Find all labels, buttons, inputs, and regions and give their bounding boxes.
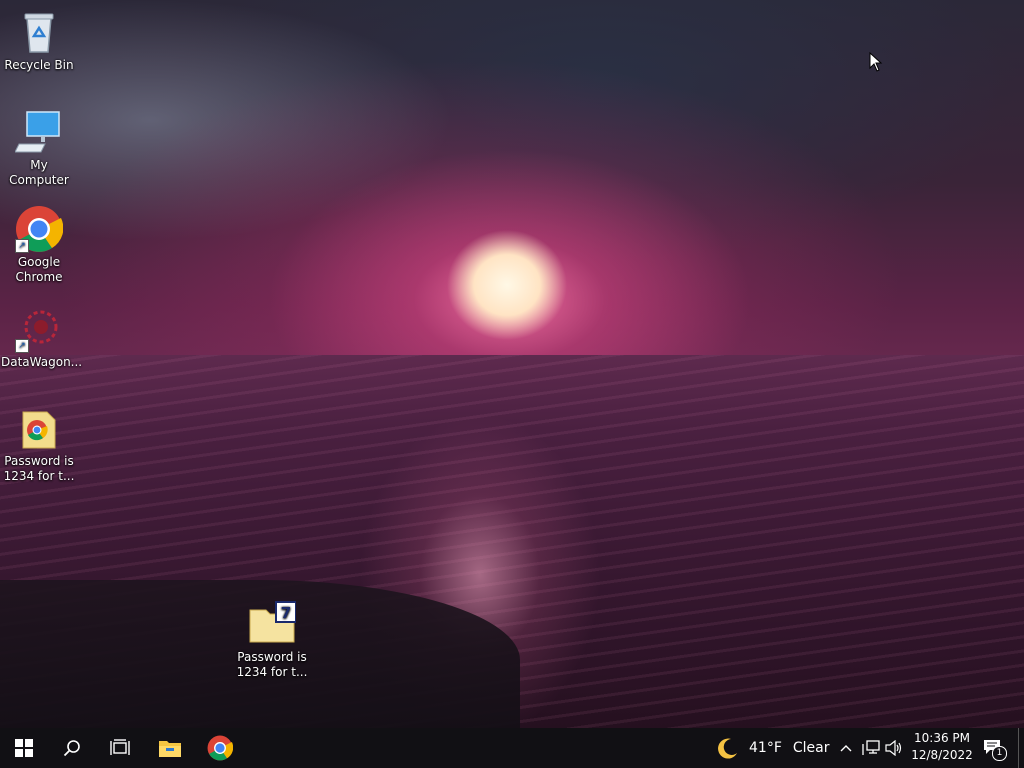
desktop-icon-password-archive[interactable]: 7 Password is 1234 for t... <box>234 600 310 680</box>
clock-date: 12/8/2022 <box>911 748 973 762</box>
show-hidden-icons-button[interactable] <box>834 728 858 768</box>
weather-condition: Clear <box>792 740 830 756</box>
weather-temp: 41°F <box>749 740 782 756</box>
taskbar: 41°F Clear 10:36 PM 12/8/2022 1 <box>0 728 1024 768</box>
desktop-icon-password-folder[interactable]: Password is 1234 for t... <box>1 404 77 484</box>
task-view-icon <box>110 739 130 755</box>
desktop-icon-label: DataWagon... <box>1 355 83 369</box>
chrome-icon <box>207 735 233 761</box>
7zip-archive-icon: 7 <box>248 600 297 648</box>
network-icon <box>862 740 880 755</box>
start-button[interactable] <box>0 728 48 768</box>
desktop-icon-google-chrome[interactable]: ↗ Google Chrome <box>1 205 77 285</box>
search-button[interactable] <box>48 728 96 768</box>
computer-icon <box>14 108 63 156</box>
recycle-bin-icon <box>15 8 63 56</box>
taskbar-file-explorer[interactable] <box>146 728 194 768</box>
search-icon <box>63 740 80 757</box>
clock-time: 10:36 PM <box>914 731 970 745</box>
taskbar-google-chrome[interactable] <box>196 728 244 768</box>
show-desktop-button[interactable] <box>1018 728 1024 768</box>
desktop-icon-datawagon[interactable]: ↗ DataWagon... <box>1 305 83 370</box>
weather-widget[interactable]: 41°F Clear <box>716 728 830 768</box>
desktop-icon-label: My Computer <box>9 158 69 187</box>
notification-center-button[interactable]: 1 <box>976 728 1012 768</box>
desktop-icon-my-computer[interactable]: My Computer <box>1 108 77 188</box>
notification-count-badge: 1 <box>992 746 1007 761</box>
moon-icon <box>718 738 737 759</box>
volume-button[interactable] <box>882 728 906 768</box>
shortcut-arrow-icon: ↗ <box>15 339 29 353</box>
chevron-up-icon <box>840 745 852 752</box>
windows-start-icon <box>15 739 33 757</box>
network-button[interactable] <box>858 728 884 768</box>
chrome-folder-icon <box>15 404 63 452</box>
mouse-cursor-icon <box>869 51 883 76</box>
desktop-icon-label: Password is 1234 for t... <box>3 454 75 483</box>
clock[interactable]: 10:36 PM 12/8/2022 <box>910 730 974 764</box>
task-view-button[interactable] <box>96 728 144 768</box>
datawagon-icon: ↗ <box>15 305 63 353</box>
desktop-icon-label: Password is 1234 for t... <box>236 650 308 679</box>
desktop-wallpaper <box>0 0 1024 728</box>
volume-icon <box>885 740 902 756</box>
svg-text:7: 7 <box>281 604 291 622</box>
file-explorer-icon <box>159 741 181 757</box>
desktop-icon-recycle-bin[interactable]: Recycle Bin <box>1 8 77 73</box>
shortcut-arrow-icon: ↗ <box>15 239 29 253</box>
desktop-icon-label: Recycle Bin <box>4 58 74 72</box>
chrome-icon: ↗ <box>15 205 64 253</box>
desktop-icon-label: Google Chrome <box>15 255 63 284</box>
